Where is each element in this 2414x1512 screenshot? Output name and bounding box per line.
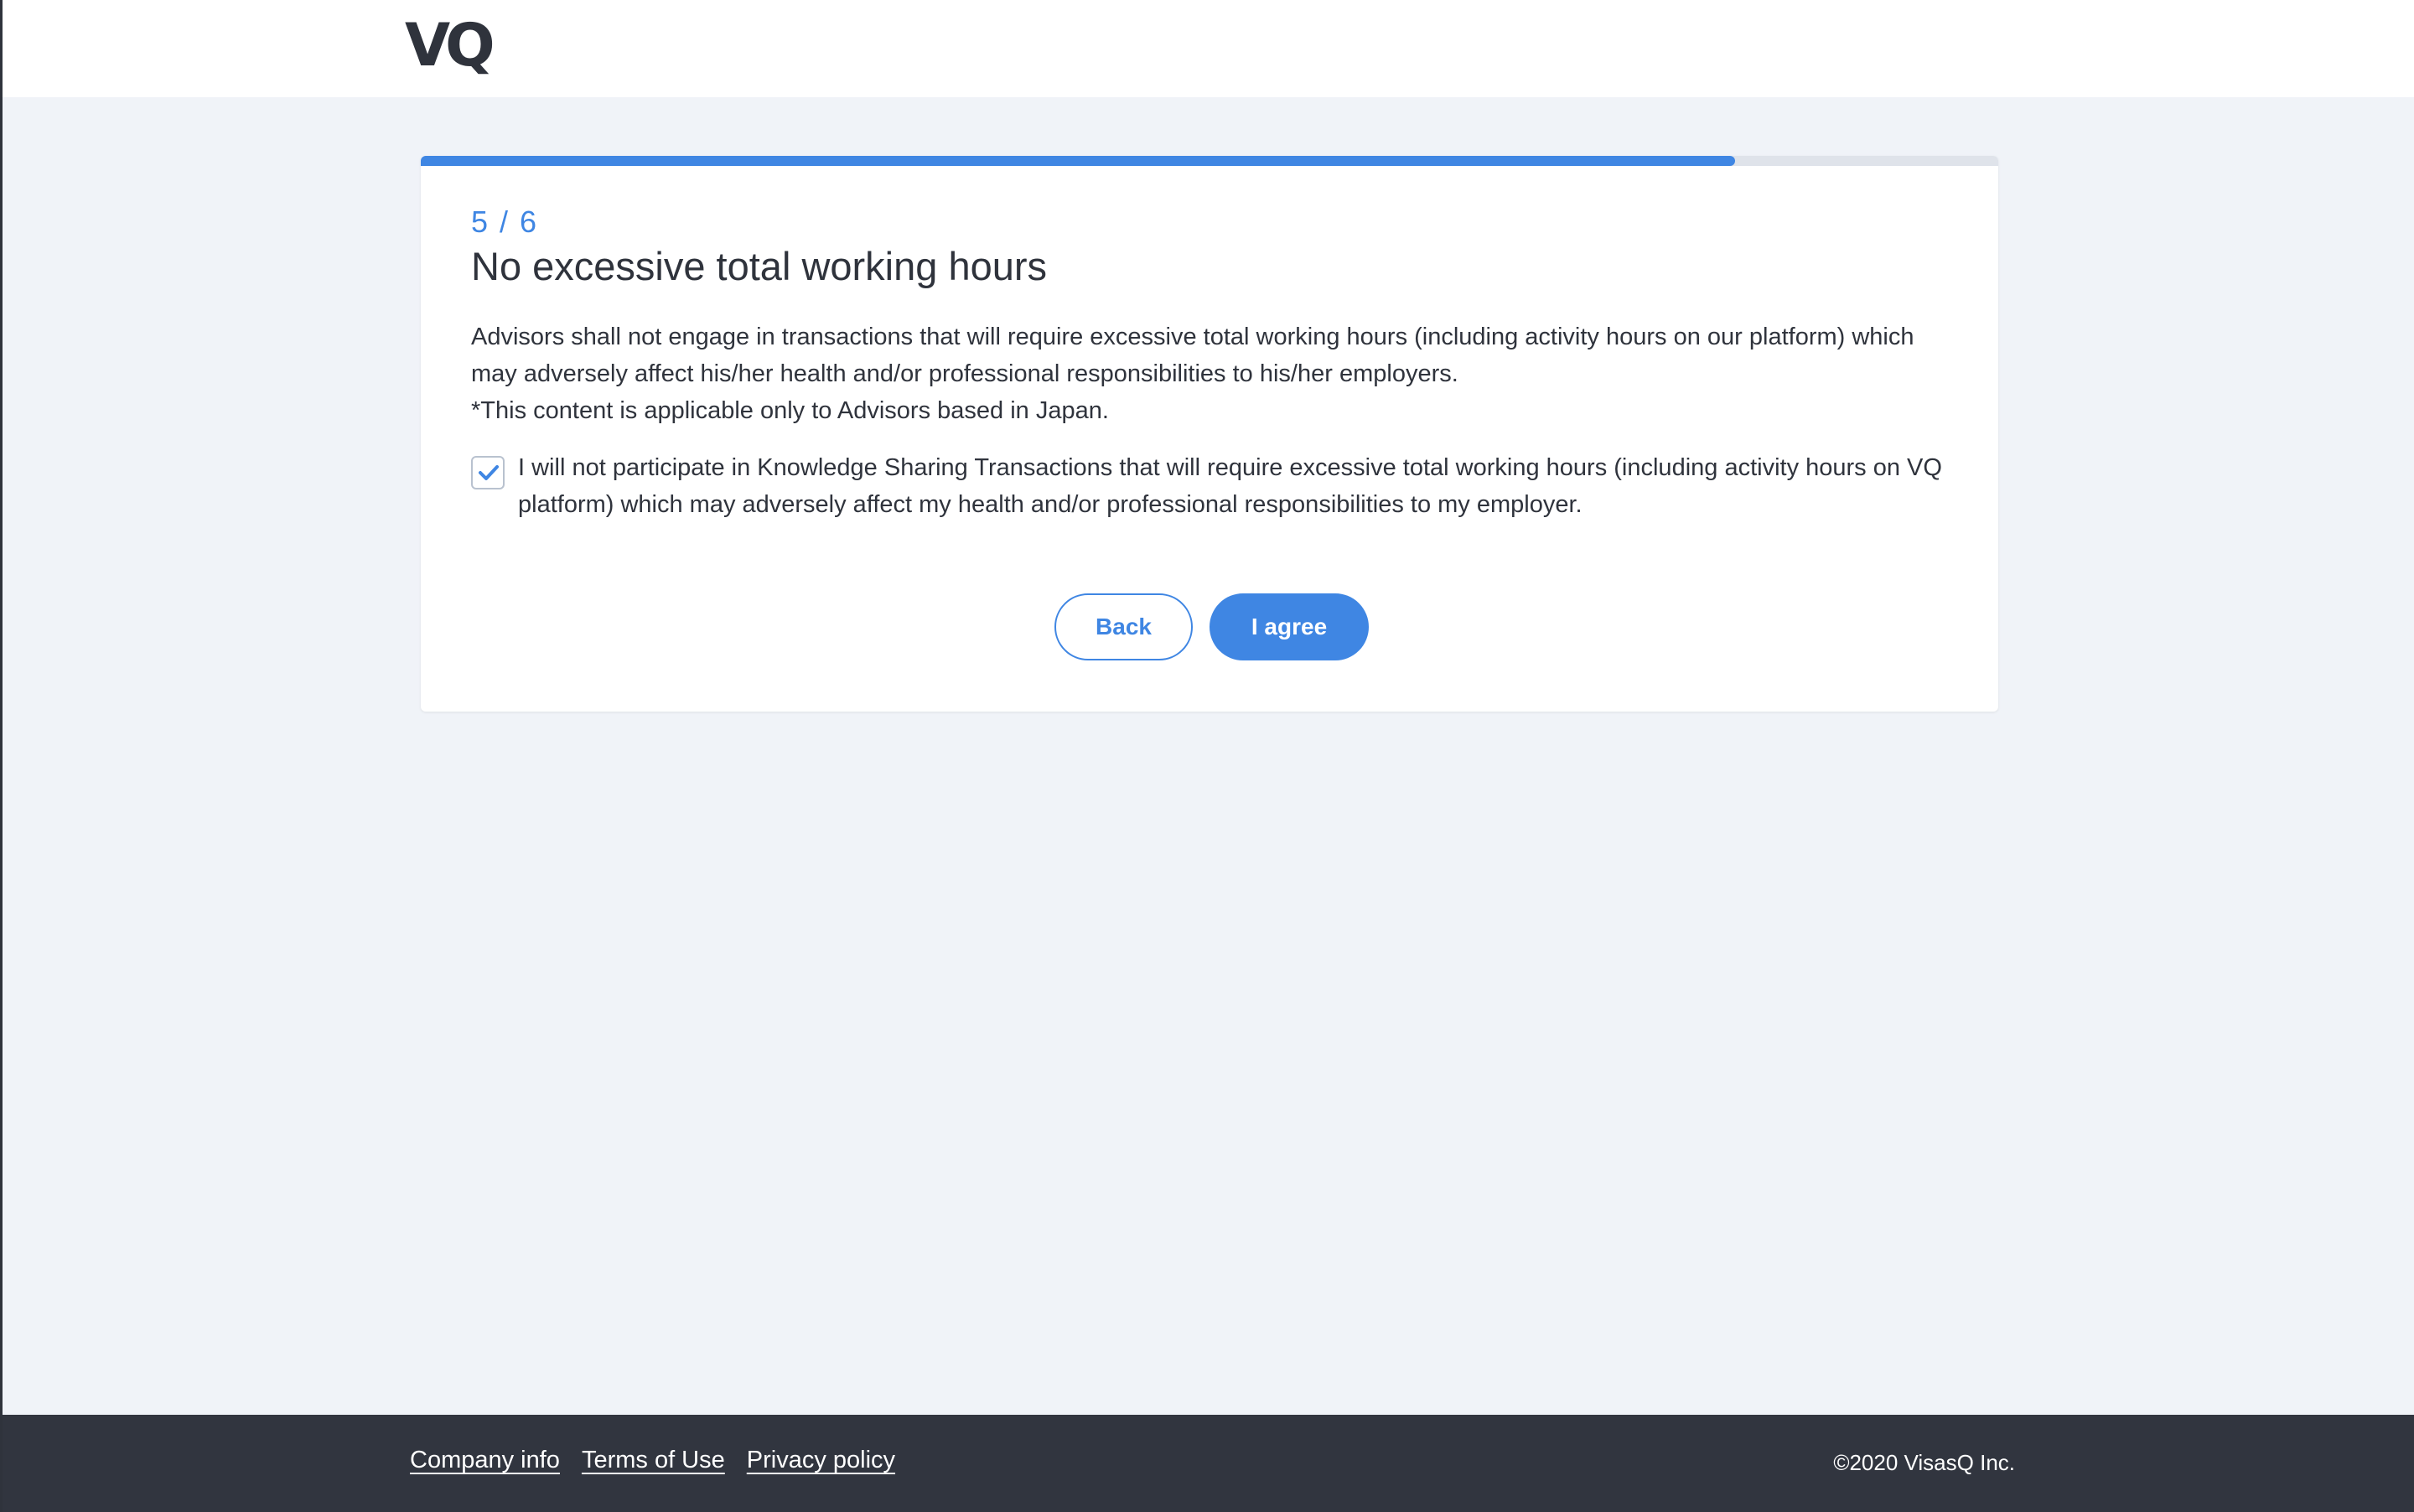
page: VQ 5 / 6 No excessive total working hour…: [0, 0, 2414, 1512]
vq-logo[interactable]: VQ: [405, 12, 495, 79]
description-note: *This content is applicable only to Advi…: [471, 397, 1109, 424]
step-indicator: 5 / 6: [471, 205, 539, 239]
agreement-checkbox[interactable]: [471, 456, 505, 489]
checkmark-icon: [479, 465, 499, 480]
progress-bar: [421, 156, 1998, 166]
description-text: Advisors shall not engage in transaction…: [471, 324, 1914, 387]
top-bar: VQ: [3, 0, 2414, 97]
footer: Company info Terms of Use Privacy policy…: [3, 1415, 2414, 1512]
page-title: No excessive total working hours: [471, 244, 1048, 288]
footer-link-company-info[interactable]: Company info: [410, 1447, 560, 1474]
back-button[interactable]: Back: [1054, 593, 1193, 660]
copyright: ©2020 VisasQ Inc.: [1833, 1450, 2015, 1475]
footer-link-terms-of-use[interactable]: Terms of Use: [582, 1447, 725, 1474]
agreement-card: 5 / 6 No excessive total working hours A…: [421, 156, 1998, 712]
progress-bar-fill: [421, 156, 1735, 166]
agreement-checkbox-label[interactable]: I will not participate in Knowledge Shar…: [518, 449, 1960, 523]
footer-link-privacy-policy[interactable]: Privacy policy: [747, 1447, 895, 1474]
agree-button[interactable]: I agree: [1210, 593, 1369, 660]
footer-links: Company info Terms of Use Privacy policy: [410, 1447, 895, 1474]
description: Advisors shall not engage in transaction…: [471, 318, 1963, 429]
